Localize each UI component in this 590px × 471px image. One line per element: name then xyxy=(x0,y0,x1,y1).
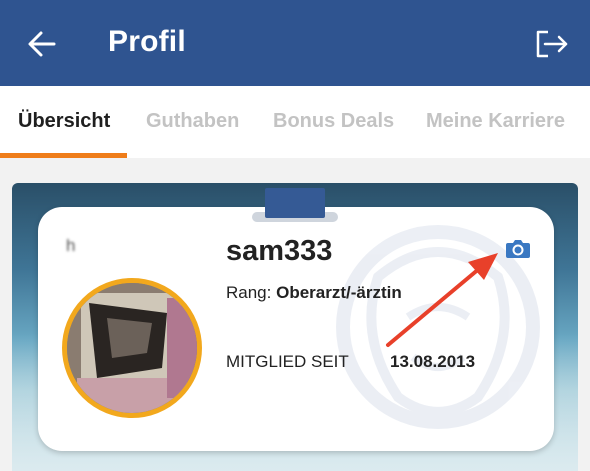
page-title: Profil xyxy=(108,25,186,58)
tab-uebersicht[interactable]: Übersicht xyxy=(18,86,110,158)
tab-guthaben[interactable]: Guthaben xyxy=(146,86,239,158)
rank-label: Rang: xyxy=(226,283,272,302)
avatar[interactable] xyxy=(62,278,202,418)
back-button[interactable] xyxy=(22,24,62,64)
tab-bar: Übersicht Guthaben Bonus Deals Meine Kar… xyxy=(0,86,590,158)
avatar-image xyxy=(67,283,197,413)
rank: Rang: Oberarzt/-ärztin xyxy=(226,283,402,303)
blurred-name: h xyxy=(66,236,77,255)
logout-icon xyxy=(536,30,568,58)
badge-clip xyxy=(265,188,325,218)
tab-bonus-deals[interactable]: Bonus Deals xyxy=(273,86,394,158)
app-header: Profil xyxy=(0,0,590,86)
active-tab-indicator xyxy=(0,153,127,158)
camera-icon xyxy=(506,240,530,258)
username: sam333 xyxy=(226,235,333,267)
change-photo-button[interactable] xyxy=(505,236,531,260)
arrow-left-icon xyxy=(28,31,56,57)
tab-meine-karriere[interactable]: Meine Karriere xyxy=(426,86,565,158)
member-since-label: MITGLIED SEIT xyxy=(226,352,349,371)
logout-button[interactable] xyxy=(530,24,574,64)
member-since-date: 13.08.2013 xyxy=(390,352,476,371)
rank-value: Oberarzt/-ärztin xyxy=(276,283,402,302)
